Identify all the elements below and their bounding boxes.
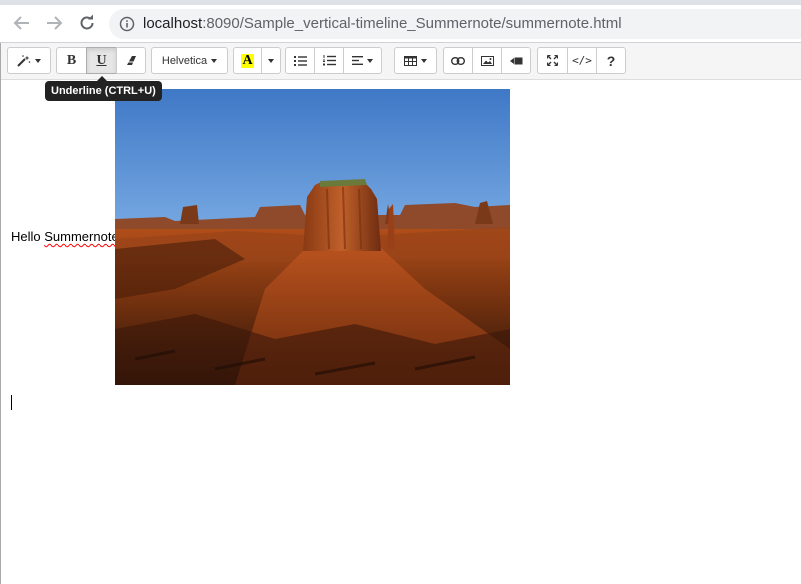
style-group	[7, 47, 51, 74]
caret-down-icon	[35, 58, 41, 63]
reload-button[interactable]	[77, 13, 97, 33]
summernote-editor: B U Helvetica A </> ? Hello Summernote U…	[0, 43, 801, 584]
style-dropdown-button[interactable]	[7, 47, 51, 74]
table-dropdown-button[interactable]	[394, 47, 437, 74]
insert-group	[443, 47, 531, 74]
codeview-button[interactable]: </>	[567, 47, 597, 74]
insert-video-button[interactable]	[501, 47, 531, 74]
fullscreen-icon	[547, 55, 558, 66]
help-icon: ?	[606, 52, 616, 69]
arrow-left-icon	[13, 16, 29, 30]
arrow-right-icon	[47, 16, 63, 30]
reload-icon	[80, 14, 94, 30]
url-text: localhost:8090/Sample_vertical-timeline_…	[143, 16, 622, 32]
text-hello: Hello	[11, 229, 45, 244]
font-name-dropdown[interactable]: Helvetica	[151, 47, 228, 74]
address-bar[interactable]: localhost:8090/Sample_vertical-timeline_…	[109, 9, 801, 39]
font-name-label: Helvetica	[161, 54, 208, 67]
help-button[interactable]: ?	[596, 47, 626, 74]
underline-tooltip: Underline (CTRL+U)	[45, 81, 162, 101]
misspelled-word[interactable]: Summernote	[44, 229, 118, 244]
landscape-image	[115, 89, 510, 385]
table-group	[394, 47, 437, 74]
align-left-icon	[352, 56, 363, 65]
view-group: </> ?	[537, 47, 626, 74]
underline-button[interactable]: U	[86, 47, 117, 74]
text-cursor	[11, 395, 12, 410]
eraser-icon	[126, 56, 136, 65]
caret-down-icon	[421, 58, 427, 63]
editor-toolbar: B U Helvetica A </> ?	[1, 43, 801, 80]
insert-link-button[interactable]	[443, 47, 473, 74]
desert-mesa-photo[interactable]	[115, 89, 510, 385]
ordered-list-button[interactable]	[314, 47, 344, 74]
color-group: A	[233, 47, 281, 74]
url-path: :8090/Sample_vertical-timeline_Summernot…	[202, 15, 622, 32]
bold-button[interactable]: B	[56, 47, 87, 74]
link-icon	[451, 56, 465, 65]
font-name-group: Helvetica	[151, 47, 228, 74]
caret-down-icon	[367, 58, 373, 63]
caret-down-icon	[268, 58, 274, 63]
unordered-list-icon	[293, 55, 307, 66]
code-icon: </>	[572, 54, 592, 67]
paragraph-dropdown-button[interactable]	[343, 47, 382, 74]
url-host: localhost	[143, 15, 203, 32]
table-icon	[404, 55, 417, 66]
color-dropdown-button[interactable]	[261, 47, 281, 74]
font-style-group: B U	[56, 47, 146, 74]
caret-down-icon	[211, 58, 218, 63]
recent-color-button[interactable]: A	[233, 47, 262, 74]
insert-picture-button[interactable]	[472, 47, 502, 74]
paragraph-group	[285, 47, 382, 74]
text-color-glyph: A	[241, 52, 254, 68]
clear-format-button[interactable]	[116, 47, 146, 74]
picture-icon	[480, 55, 494, 66]
info-icon[interactable]	[119, 16, 135, 32]
browser-toolbar: localhost:8090/Sample_vertical-timeline_…	[0, 5, 801, 42]
editable-area[interactable]: Hello Summernote	[1, 81, 801, 584]
underline-glyph: U	[96, 52, 107, 68]
ordered-list-icon	[322, 55, 336, 66]
bold-glyph: B	[66, 52, 77, 68]
fullscreen-button[interactable]	[537, 47, 568, 74]
content-paragraph[interactable]: Hello Summernote	[11, 229, 119, 244]
forward-button[interactable]	[44, 13, 64, 33]
video-icon	[509, 57, 522, 64]
magic-wand-icon	[17, 54, 31, 67]
unordered-list-button[interactable]	[285, 47, 315, 74]
back-button[interactable]	[12, 13, 32, 33]
